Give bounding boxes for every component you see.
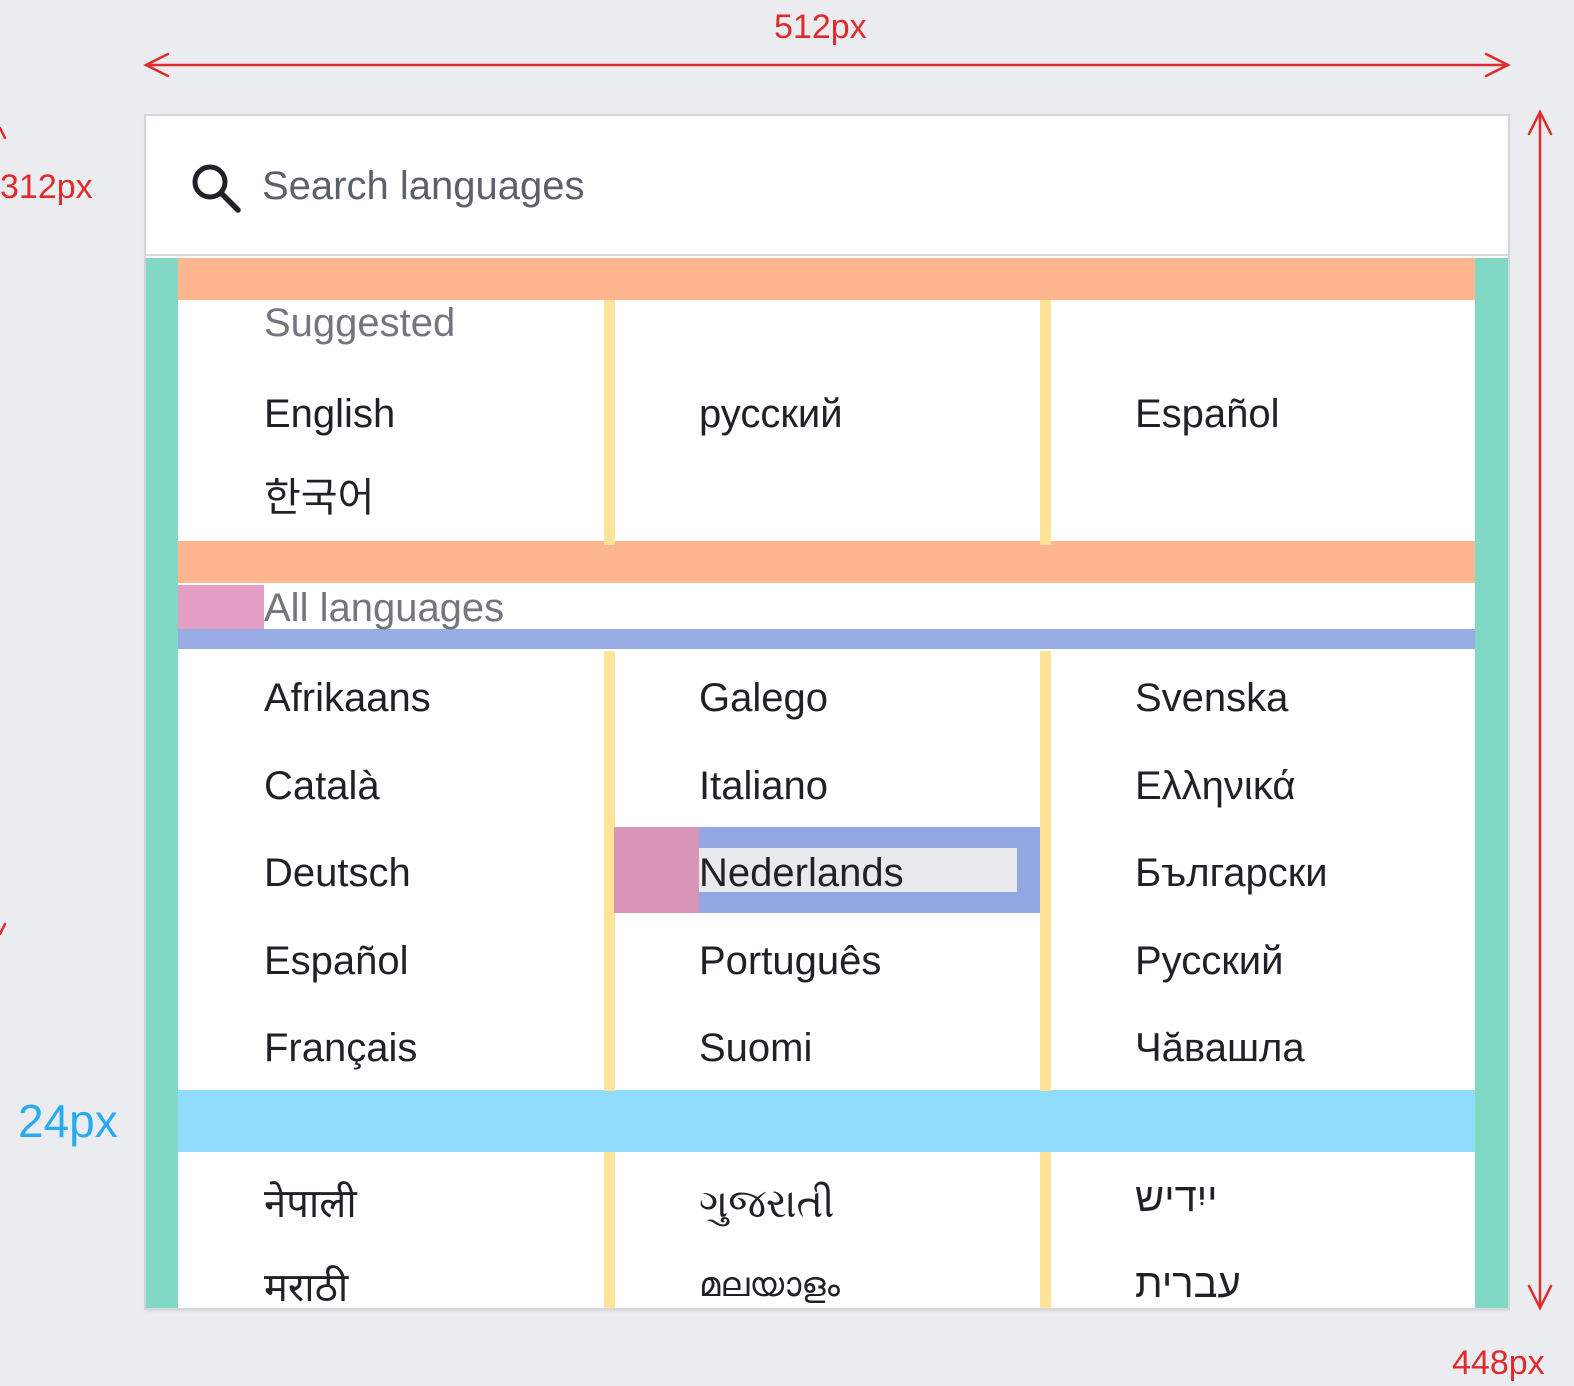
language-item[interactable]: नेपाली bbox=[264, 1184, 357, 1224]
column-gutter-2-more bbox=[1040, 1152, 1051, 1308]
column-gutter-2-all bbox=[1040, 651, 1051, 1091]
language-picker-panel: Suggested All languages English 한국어 русс… bbox=[146, 116, 1508, 1308]
search-bar bbox=[146, 116, 1508, 256]
language-item[interactable]: English bbox=[264, 394, 395, 434]
row-gap-overlay bbox=[178, 1090, 1475, 1152]
column-gutter-2-suggested bbox=[1040, 300, 1051, 545]
language-item[interactable]: Español bbox=[264, 941, 409, 981]
left-arrow-bottom-fragment bbox=[0, 922, 7, 936]
column-gutter-1-more bbox=[604, 1152, 615, 1308]
all-languages-heading: All languages bbox=[264, 586, 505, 630]
language-item[interactable]: मराठी bbox=[264, 1268, 348, 1308]
language-item[interactable]: Português bbox=[699, 941, 881, 981]
language-item[interactable]: Suomi bbox=[699, 1028, 812, 1068]
suggested-heading: Suggested bbox=[264, 301, 456, 345]
language-item[interactable]: Чăвашла bbox=[1135, 1028, 1305, 1068]
language-item[interactable]: Ελληνικά bbox=[1135, 766, 1295, 806]
left-arrow-top-fragment bbox=[0, 126, 7, 140]
language-item[interactable]: Français bbox=[264, 1028, 417, 1068]
language-item[interactable]: Български bbox=[1135, 853, 1328, 893]
right-margin-overlay bbox=[1475, 258, 1508, 1308]
column-gutter-1-suggested bbox=[604, 300, 615, 545]
section-spacing-middle-overlay bbox=[178, 541, 1475, 583]
language-item[interactable]: Italiano bbox=[699, 766, 828, 806]
focused-item-padding-overlay bbox=[614, 827, 700, 913]
search-icon bbox=[192, 164, 241, 213]
language-item[interactable]: Català bbox=[264, 766, 380, 806]
language-item[interactable]: 한국어 bbox=[264, 478, 374, 518]
section-spacing-top-overlay bbox=[178, 258, 1475, 300]
language-item[interactable]: ગુજરાતી bbox=[699, 1184, 834, 1224]
language-item[interactable]: русский bbox=[699, 394, 843, 434]
language-item[interactable]: ייִדיש bbox=[1135, 1178, 1218, 1218]
search-input[interactable] bbox=[262, 158, 1162, 214]
language-item[interactable]: עברית bbox=[1135, 1264, 1241, 1304]
language-item[interactable]: Deutsch bbox=[264, 853, 411, 893]
language-item[interactable]: Español bbox=[1135, 394, 1280, 434]
language-item-focused[interactable]: Nederlands bbox=[699, 853, 904, 893]
language-item[interactable]: Afrikaans bbox=[264, 678, 431, 718]
left-margin-overlay bbox=[146, 258, 178, 1308]
language-item[interactable]: Svenska bbox=[1135, 678, 1288, 718]
language-item[interactable]: മലയാളം bbox=[699, 1268, 840, 1302]
language-item[interactable]: Русский bbox=[1135, 941, 1283, 981]
heading-spacing-overlay bbox=[178, 629, 1475, 649]
heading-padding-overlay bbox=[178, 585, 264, 629]
language-item[interactable]: Galego bbox=[699, 678, 828, 718]
